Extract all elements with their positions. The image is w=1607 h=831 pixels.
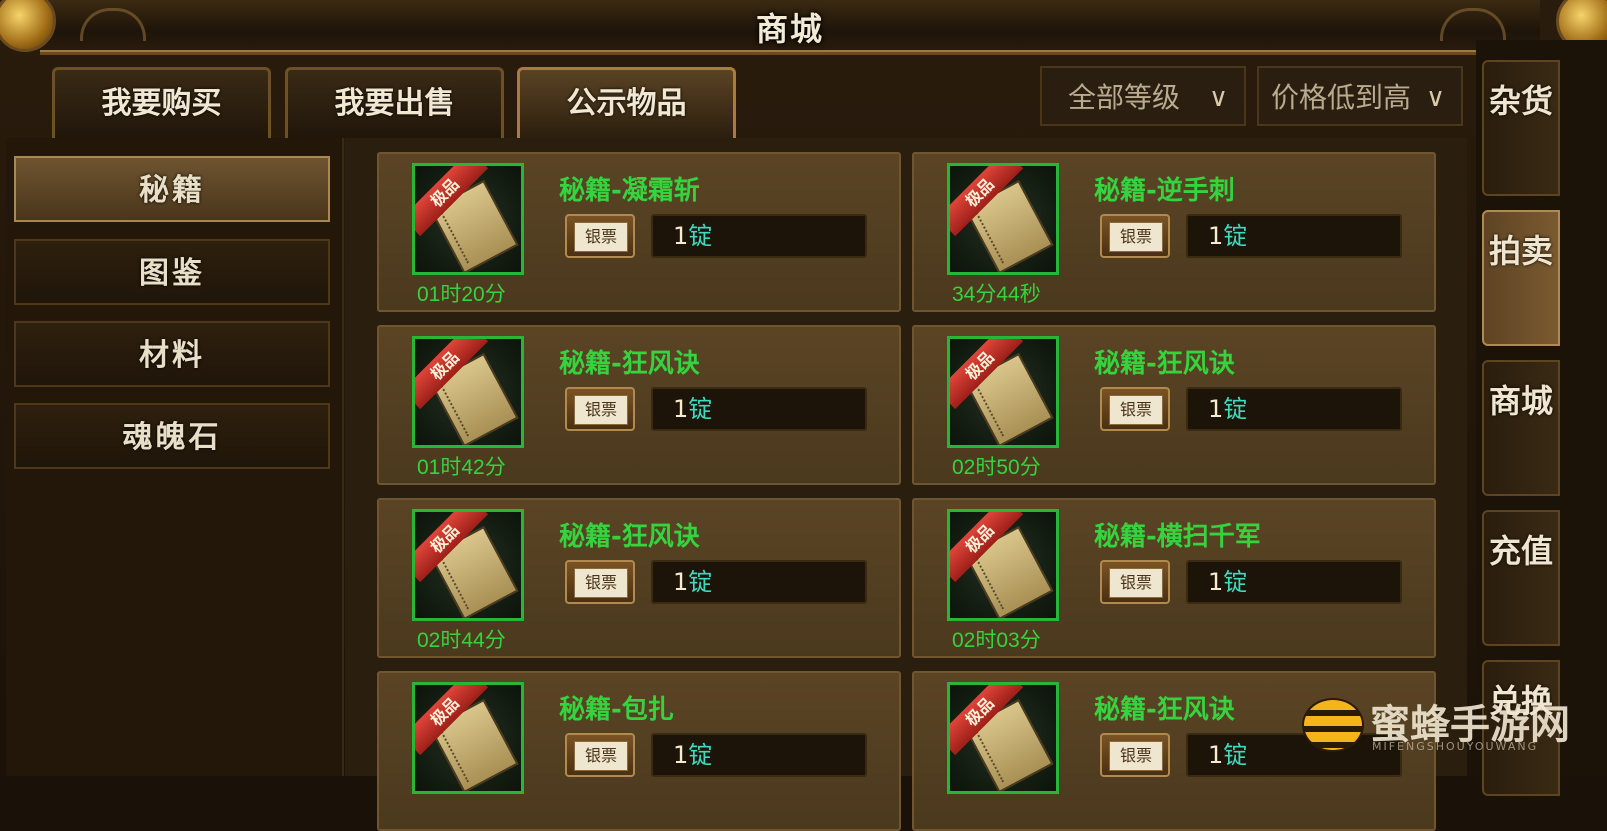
tab-sell[interactable]: 我要出售 [285, 67, 504, 138]
item-timer: 01时42分 [417, 456, 506, 479]
silver-note-icon: 银票 [1100, 733, 1170, 777]
item-price: 1锭 [1186, 214, 1402, 258]
price-unit: 锭 [688, 568, 713, 596]
chevron-down-icon: ∨ [1208, 83, 1228, 113]
item-timer: 01时20分 [417, 283, 506, 306]
side-tab-goods[interactable]: 杂货 [1482, 60, 1560, 196]
price-unit: 锭 [688, 741, 713, 769]
currency-label: 银票 [1109, 741, 1163, 771]
silver-note-icon: 银票 [565, 214, 635, 258]
watermark: 蜜蜂手游网 MIFENGSHOUYOUWANG [1290, 686, 1590, 766]
shop-window: 商城 我要购买 我要出售 公示物品 全部等级 ∨ 价格低到高 ∨ 秘籍 图鉴 材… [0, 0, 1607, 831]
item-card[interactable]: 极品 秘籍-包扎 银票 1锭 [377, 671, 901, 831]
item-price: 1锭 [651, 214, 867, 258]
currency-label: 银票 [1109, 395, 1163, 425]
currency-label: 银票 [574, 395, 628, 425]
category-panel: 秘籍 图鉴 材料 魂魄石 [6, 138, 344, 776]
price-unit: 锭 [688, 222, 713, 250]
watermark-subtext: MIFENGSHOUYOUWANG [1372, 740, 1539, 753]
price-amount: 1 [673, 568, 689, 596]
silver-note-icon: 银票 [1100, 214, 1170, 258]
currency-label: 银票 [574, 741, 628, 771]
item-icon-slot: 极品 [947, 336, 1059, 448]
item-name: 秘籍-横扫千军 [1094, 522, 1261, 552]
price-amount: 1 [1208, 395, 1224, 423]
item-card[interactable]: 极品 01时42分 秘籍-狂风诀 银票 1锭 [377, 325, 901, 485]
category-secret-books[interactable]: 秘籍 [14, 156, 330, 222]
currency-label: 银票 [574, 568, 628, 598]
silver-note-icon: 银票 [565, 560, 635, 604]
item-grid: 极品 01时20分 秘籍-凝霜斩 银票 1锭 极品 34分44秒 秘籍-逆手刺 … [345, 138, 1467, 831]
side-tab-recharge[interactable]: 充值 [1482, 510, 1560, 646]
price-amount: 1 [1208, 741, 1224, 769]
item-icon-slot: 极品 [412, 509, 524, 621]
price-amount: 1 [673, 741, 689, 769]
price-amount: 1 [1208, 222, 1224, 250]
item-timer: 02时44分 [417, 629, 506, 652]
category-materials[interactable]: 材料 [14, 321, 330, 387]
item-name: 秘籍-凝霜斩 [559, 176, 700, 206]
item-icon-slot: 极品 [947, 509, 1059, 621]
price-unit: 锭 [1223, 741, 1248, 769]
item-name: 秘籍-狂风诀 [559, 522, 700, 552]
item-timer: 02时03分 [952, 629, 1041, 652]
currency-label: 银票 [574, 222, 628, 252]
item-icon-slot: 极品 [947, 163, 1059, 275]
item-card[interactable]: 极品 02时50分 秘籍-狂风诀 银票 1锭 [912, 325, 1436, 485]
item-name: 秘籍-逆手刺 [1094, 176, 1235, 206]
title-bar: 商城 [40, 0, 1540, 55]
item-name: 秘籍-包扎 [559, 695, 674, 725]
item-name: 秘籍-狂风诀 [559, 349, 700, 379]
level-filter-value: 全部等级 [1068, 81, 1181, 114]
sort-value: 价格低到高 [1271, 81, 1412, 114]
item-card[interactable]: 极品 02时03分 秘籍-横扫千军 银票 1锭 [912, 498, 1436, 658]
silver-note-icon: 银票 [1100, 387, 1170, 431]
price-unit: 锭 [1223, 395, 1248, 423]
item-timer: 02时50分 [952, 456, 1041, 479]
tab-public-items[interactable]: 公示物品 [517, 67, 736, 138]
currency-label: 银票 [1109, 222, 1163, 252]
item-icon-slot: 极品 [412, 682, 524, 794]
item-price: 1锭 [1186, 387, 1402, 431]
side-nav: 杂货 拍卖 商城 充值 兑换 [1476, 40, 1607, 796]
side-tab-auction[interactable]: 拍卖 [1482, 210, 1560, 346]
currency-label: 银票 [1109, 568, 1163, 598]
item-card[interactable]: 极品 34分44秒 秘籍-逆手刺 银票 1锭 [912, 152, 1436, 312]
category-soul-stones[interactable]: 魂魄石 [14, 403, 330, 469]
item-price: 1锭 [651, 733, 867, 777]
item-price: 1锭 [651, 387, 867, 431]
item-icon-slot: 极品 [412, 163, 524, 275]
price-amount: 1 [1208, 568, 1224, 596]
item-card[interactable]: 极品 01时20分 秘籍-凝霜斩 银票 1锭 [377, 152, 901, 312]
item-timer: 34分44秒 [952, 283, 1041, 306]
silver-note-icon: 银票 [1100, 560, 1170, 604]
item-name: 秘籍-狂风诀 [1094, 695, 1235, 725]
item-card[interactable]: 极品 02时44分 秘籍-狂风诀 银票 1锭 [377, 498, 901, 658]
sort-dropdown[interactable]: 价格低到高 ∨ [1257, 66, 1463, 126]
price-unit: 锭 [1223, 222, 1248, 250]
price-unit: 锭 [688, 395, 713, 423]
tab-buy[interactable]: 我要购买 [52, 67, 271, 138]
chevron-down-icon: ∨ [1425, 83, 1445, 113]
price-amount: 1 [673, 395, 689, 423]
item-icon-slot: 极品 [412, 336, 524, 448]
category-illustrations[interactable]: 图鉴 [14, 239, 330, 305]
bee-logo-icon [1302, 698, 1364, 752]
item-price: 1锭 [1186, 560, 1402, 604]
silver-note-icon: 银票 [565, 733, 635, 777]
silver-note-icon: 银票 [565, 387, 635, 431]
item-name: 秘籍-狂风诀 [1094, 349, 1235, 379]
price-unit: 锭 [1223, 568, 1248, 596]
price-amount: 1 [673, 222, 689, 250]
item-price: 1锭 [651, 560, 867, 604]
side-tab-mall[interactable]: 商城 [1482, 360, 1560, 496]
level-filter-dropdown[interactable]: 全部等级 ∨ [1040, 66, 1246, 126]
window-title: 商城 [755, 10, 824, 48]
item-icon-slot: 极品 [947, 682, 1059, 794]
